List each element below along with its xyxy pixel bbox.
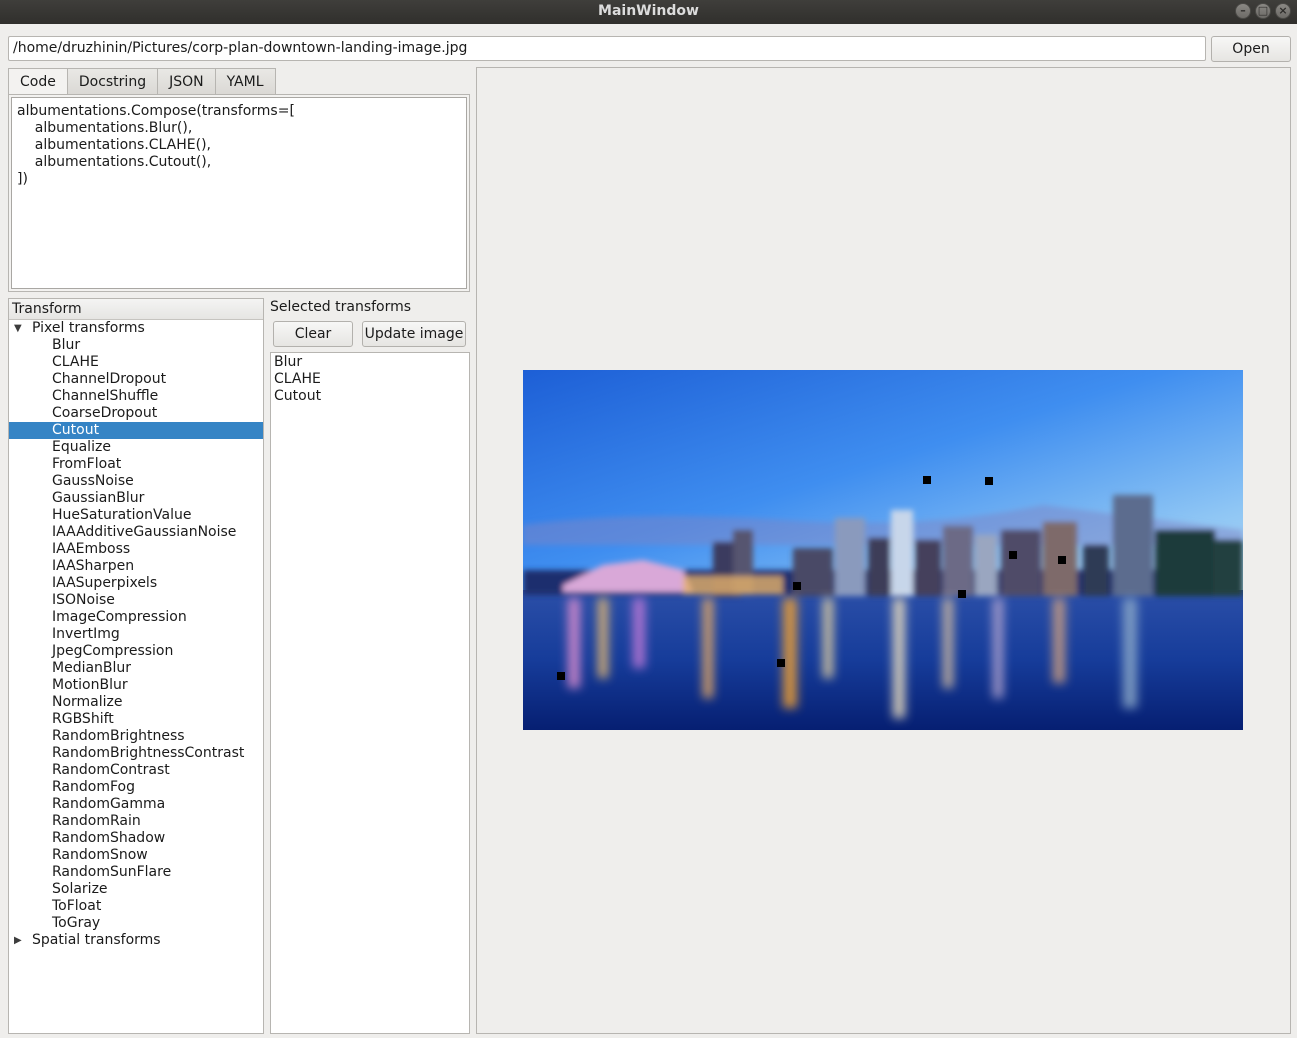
minimize-icon[interactable]: –	[1235, 3, 1251, 19]
update-image-button[interactable]: Update image	[362, 321, 466, 347]
selected-item-blur[interactable]: Blur	[274, 354, 466, 371]
tree-item-equalize[interactable]: Equalize	[9, 439, 263, 456]
tree-item-coarsedropout[interactable]: CoarseDropout	[9, 405, 263, 422]
tree-item-randomgamma[interactable]: RandomGamma	[9, 796, 263, 813]
tree-item-gaussnoise[interactable]: GaussNoise	[9, 473, 263, 490]
tree-item-iaaemboss[interactable]: IAAEmboss	[9, 541, 263, 558]
clear-button[interactable]: Clear	[273, 321, 353, 347]
tree-item-solarize[interactable]: Solarize	[9, 881, 263, 898]
tree-item-normalize[interactable]: Normalize	[9, 694, 263, 711]
tree-group-label: Spatial transforms	[32, 932, 161, 948]
tree-item-randomshadow[interactable]: RandomShadow	[9, 830, 263, 847]
selected-item-clahe[interactable]: CLAHE	[274, 371, 466, 388]
selected-item-cutout[interactable]: Cutout	[274, 388, 466, 405]
tree-item-iaaadditivegaussiannoise[interactable]: IAAAdditiveGaussianNoise	[9, 524, 263, 541]
tree-item-blur[interactable]: Blur	[9, 337, 263, 354]
pixel-transform-list: Blur CLAHE ChannelDropout ChannelShuffle Coa…	[9, 337, 263, 932]
tree-group-spatial[interactable]: ▶ Spatial transforms	[9, 932, 263, 949]
tree-item-randomfog[interactable]: RandomFog	[9, 779, 263, 796]
tree-group-label: Pixel transforms	[32, 320, 145, 336]
tab-json[interactable]: JSON	[157, 68, 216, 95]
tree-item-randombrightnesscontrast[interactable]: RandomBrightnessContrast	[9, 745, 263, 762]
open-button[interactable]: Open	[1211, 36, 1291, 62]
tree-item-randomcontrast[interactable]: RandomContrast	[9, 762, 263, 779]
tab-pane: albumentations.Compose(transforms=[ albu…	[8, 94, 470, 292]
code-text-area[interactable]: albumentations.Compose(transforms=[ albu…	[11, 97, 467, 289]
tab-yaml[interactable]: YAML	[214, 68, 276, 95]
tree-item-gaussianblur[interactable]: GaussianBlur	[9, 490, 263, 507]
tree-item-iaasuperpixels[interactable]: IAASuperpixels	[9, 575, 263, 592]
file-path-input[interactable]: /home/druzhinin/Pictures/corp-plan-downt…	[8, 36, 1206, 61]
tree-item-channelshuffle[interactable]: ChannelShuffle	[9, 388, 263, 405]
preview-image	[523, 370, 1243, 730]
tab-bar: Code Docstring JSON YAML	[8, 68, 276, 96]
tree-item-fromfloat[interactable]: FromFloat	[9, 456, 263, 473]
tab-docstring[interactable]: Docstring	[66, 68, 159, 95]
tree-item-rgbshift[interactable]: RGBShift	[9, 711, 263, 728]
expanded-arrow-icon[interactable]: ▼	[14, 320, 26, 337]
tab-code[interactable]: Code	[8, 68, 68, 96]
tree-item-isonoise[interactable]: ISONoise	[9, 592, 263, 609]
selected-transforms-list[interactable]: Blur CLAHE Cutout	[270, 352, 470, 1034]
tree-item-imagecompression[interactable]: ImageCompression	[9, 609, 263, 626]
tree-item-randomsnow[interactable]: RandomSnow	[9, 847, 263, 864]
tree-item-medianblur[interactable]: MedianBlur	[9, 660, 263, 677]
window-controls: – □ ×	[1235, 3, 1291, 19]
tree-item-togray[interactable]: ToGray	[9, 915, 263, 932]
maximize-icon[interactable]: □	[1255, 3, 1271, 19]
close-icon[interactable]: ×	[1275, 3, 1291, 19]
selected-transforms-label: Selected transforms	[270, 299, 412, 315]
tree-item-iaasharpen[interactable]: IAASharpen	[9, 558, 263, 575]
tree-item-randombrightness[interactable]: RandomBrightness	[9, 728, 263, 745]
tree-item-tofloat[interactable]: ToFloat	[9, 898, 263, 915]
collapsed-arrow-icon[interactable]: ▶	[14, 932, 26, 949]
window-title: MainWindow	[598, 3, 699, 19]
tree-item-invertimg[interactable]: InvertImg	[9, 626, 263, 643]
tree-item-huesaturationvalue[interactable]: HueSaturationValue	[9, 507, 263, 524]
tree-item-cutout[interactable]: Cutout	[9, 422, 263, 439]
tree-item-motionblur[interactable]: MotionBlur	[9, 677, 263, 694]
tree-item-randomsunflare[interactable]: RandomSunFlare	[9, 864, 263, 881]
tree-item-randomrain[interactable]: RandomRain	[9, 813, 263, 830]
tree-item-clahe[interactable]: CLAHE	[9, 354, 263, 371]
transform-tree[interactable]: Transform ▼ Pixel transforms Blur CLAHE Ch…	[8, 298, 264, 1034]
tree-group-pixel[interactable]: ▼ Pixel transforms	[9, 320, 263, 337]
tree-item-jpegcompression[interactable]: JpegCompression	[9, 643, 263, 660]
title-bar: MainWindow – □ ×	[0, 0, 1297, 24]
tree-header: Transform	[9, 299, 263, 320]
tree-item-channeldropout[interactable]: ChannelDropout	[9, 371, 263, 388]
